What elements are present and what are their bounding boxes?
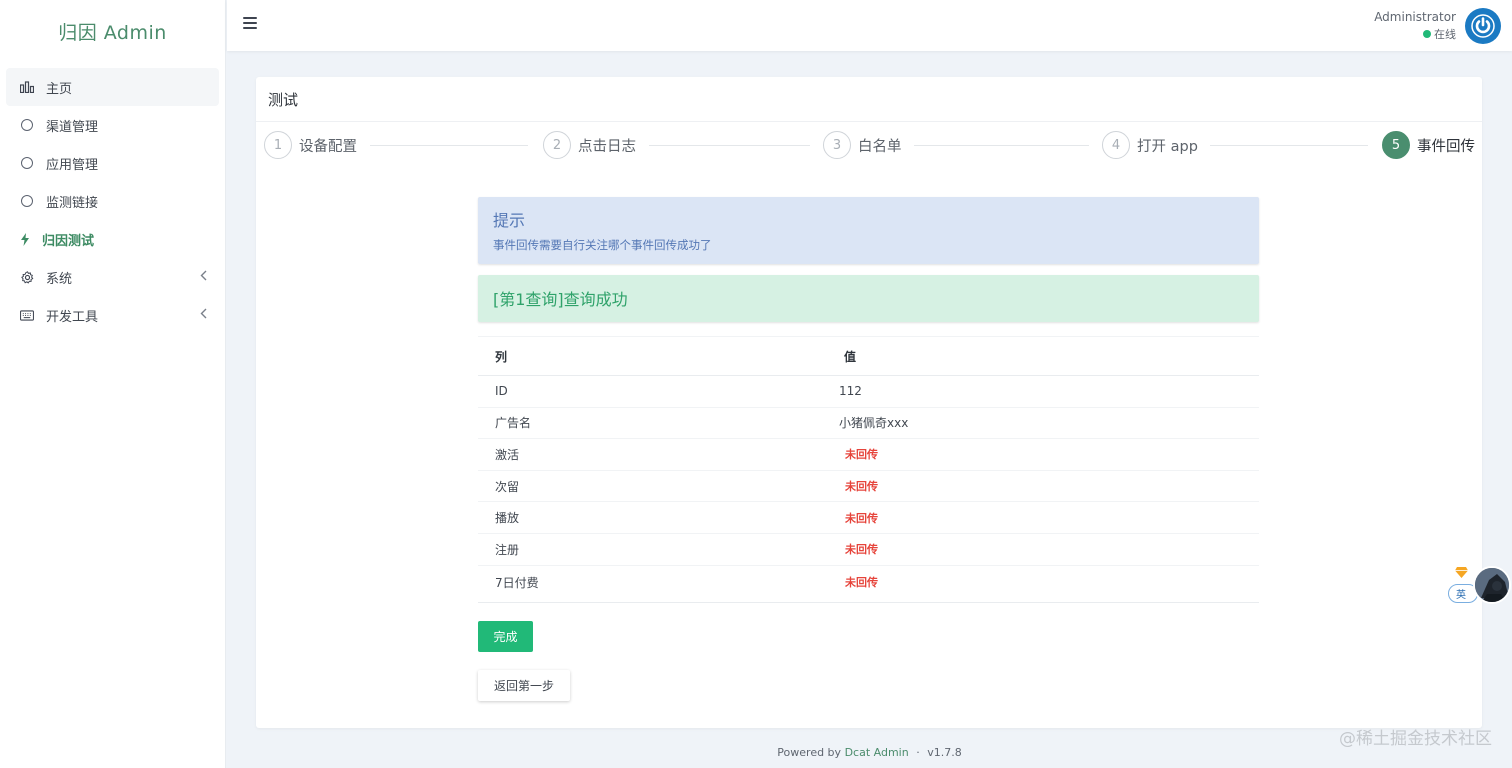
circle-icon — [20, 118, 34, 132]
status-label: 未回传 — [822, 470, 1259, 503]
circle-icon — [20, 194, 34, 208]
status-label: 未回传 — [822, 533, 1259, 566]
sidebar-item-label: 监测链接 — [46, 195, 99, 211]
row-key: 播放 — [478, 501, 822, 534]
step-connector — [1210, 145, 1368, 146]
sidebar-menu: 主页 渠道管理 应用管理 监测链接 归因测试 系统 开发工具 — [0, 62, 225, 334]
row-value: 112 — [822, 375, 1259, 408]
assistant-avatar[interactable] — [1473, 566, 1511, 604]
circle-icon — [20, 156, 34, 170]
bolt-icon — [18, 232, 32, 246]
status-label: 未回传 — [822, 438, 1259, 471]
step-number: 3 — [823, 131, 851, 159]
stepper: 1 设备配置 2 点击日志 3 白名单 4 打开 app 5 事件回传 — [264, 130, 1475, 160]
step-connector — [649, 145, 810, 146]
row-key: ID — [478, 375, 822, 408]
column-header-key: 列 — [478, 336, 822, 376]
chevron-left-icon — [200, 308, 207, 322]
table-row: ID 112 — [478, 375, 1259, 408]
table-header-row: 列 值 — [478, 336, 1259, 376]
success-alert: [第1查询]查询成功 — [478, 275, 1259, 322]
main-card: 测试 1 设备配置 2 点击日志 3 白名单 4 打开 app 5 事件回传 提… — [256, 77, 1482, 728]
step-1[interactable]: 1 设备配置 — [264, 130, 357, 160]
row-value: 小猪佩奇xxx — [822, 407, 1259, 440]
step-number: 5 — [1382, 131, 1410, 159]
user-status: 在线 — [1374, 26, 1456, 42]
sidebar: 归因 Admin 主页 渠道管理 应用管理 监测链接 归因测试 系统 开发工具 — [0, 0, 226, 768]
online-dot-icon — [1423, 30, 1431, 38]
step-label: 点击日志 — [578, 138, 636, 155]
column-header-value: 值 — [822, 336, 1259, 376]
table-row: 注册 未回传 — [478, 533, 1259, 566]
row-key: 激活 — [478, 438, 822, 471]
brand-logo[interactable]: 归因 Admin — [0, 0, 225, 62]
sidebar-item-attribution-test[interactable]: 归因测试 — [6, 220, 219, 258]
sidebar-item-channels[interactable]: 渠道管理 — [6, 106, 219, 144]
footer: Powered by Dcat Admin · v1.7.8 — [227, 746, 1512, 759]
done-button[interactable]: 完成 — [478, 621, 533, 652]
menu-toggle-icon[interactable] — [243, 16, 257, 30]
footer-prefix: Powered by — [777, 746, 842, 759]
table-row: 广告名 小猪佩奇xxx — [478, 407, 1259, 440]
avatar[interactable] — [1465, 8, 1501, 44]
diamond-icon — [1455, 567, 1468, 578]
step-connector — [914, 145, 1089, 146]
user-info[interactable]: Administrator 在线 — [1374, 10, 1456, 42]
bar-chart-icon — [20, 80, 34, 94]
sidebar-item-apps[interactable]: 应用管理 — [6, 144, 219, 182]
sidebar-item-label: 开发工具 — [46, 309, 99, 325]
ime-language-label: 英 — [1456, 590, 1466, 601]
row-key: 广告名 — [478, 407, 822, 440]
row-key: 7日付费 — [478, 565, 822, 603]
step-3[interactable]: 3 白名单 — [823, 130, 902, 160]
footer-link[interactable]: Dcat Admin — [845, 746, 909, 759]
status-label: 未回传 — [822, 565, 1259, 603]
user-status-label: 在线 — [1434, 28, 1456, 41]
power-icon — [1471, 14, 1495, 38]
top-navbar: Administrator 在线 — [227, 0, 1512, 51]
floating-assistant[interactable]: 英 — [1448, 565, 1512, 609]
step-number: 2 — [543, 131, 571, 159]
card-title: 测试 — [256, 77, 1482, 122]
info-alert-title: 提示 — [493, 211, 526, 230]
sidebar-item-label: 渠道管理 — [46, 119, 99, 135]
back-to-first-step-button[interactable]: 返回第一步 — [478, 670, 570, 701]
sidebar-item-tracking-links[interactable]: 监测链接 — [6, 182, 219, 220]
step-label: 白名单 — [858, 138, 902, 155]
table-row: 7日付费 未回传 — [478, 565, 1259, 603]
gear-icon — [20, 270, 34, 284]
info-alert: 提示 事件回传需要自行关注哪个事件回传成功了 — [478, 197, 1259, 264]
step-label: 设备配置 — [299, 138, 357, 155]
step-2[interactable]: 2 点击日志 — [543, 130, 636, 160]
sidebar-item-label: 主页 — [46, 81, 73, 97]
watermark: @稀土掘金技术社区 — [1339, 729, 1492, 749]
status-label: 未回传 — [822, 501, 1259, 534]
sidebar-item-label: 应用管理 — [46, 157, 99, 173]
step-label: 打开 app — [1137, 138, 1198, 155]
keyboard-icon — [20, 308, 34, 322]
result-table: 列 值 ID 112 广告名 小猪佩奇xxx 激活 未回传 次留 未回传 播放 — [478, 336, 1259, 603]
step-number: 1 — [264, 131, 292, 159]
row-key: 次留 — [478, 470, 822, 503]
step-number: 4 — [1102, 131, 1130, 159]
sidebar-item-label: 归因测试 — [42, 233, 95, 249]
row-key: 注册 — [478, 533, 822, 566]
sidebar-item-dev-tools[interactable]: 开发工具 — [6, 296, 219, 334]
table-row: 播放 未回传 — [478, 501, 1259, 534]
info-alert-text: 事件回传需要自行关注哪个事件回传成功了 — [493, 238, 712, 252]
step-5[interactable]: 5 事件回传 — [1382, 130, 1475, 160]
footer-separator: · — [916, 746, 920, 759]
step-4[interactable]: 4 打开 app — [1102, 130, 1198, 160]
user-name: Administrator — [1374, 10, 1456, 24]
chevron-left-icon — [200, 270, 207, 284]
sidebar-item-system[interactable]: 系统 — [6, 258, 219, 296]
table-row: 次留 未回传 — [478, 470, 1259, 503]
step-connector — [370, 145, 528, 146]
footer-version: v1.7.8 — [927, 746, 962, 759]
sidebar-item-label: 系统 — [46, 271, 73, 287]
table-row: 激活 未回传 — [478, 438, 1259, 471]
step-label: 事件回传 — [1417, 138, 1475, 155]
sidebar-item-home[interactable]: 主页 — [6, 68, 219, 106]
